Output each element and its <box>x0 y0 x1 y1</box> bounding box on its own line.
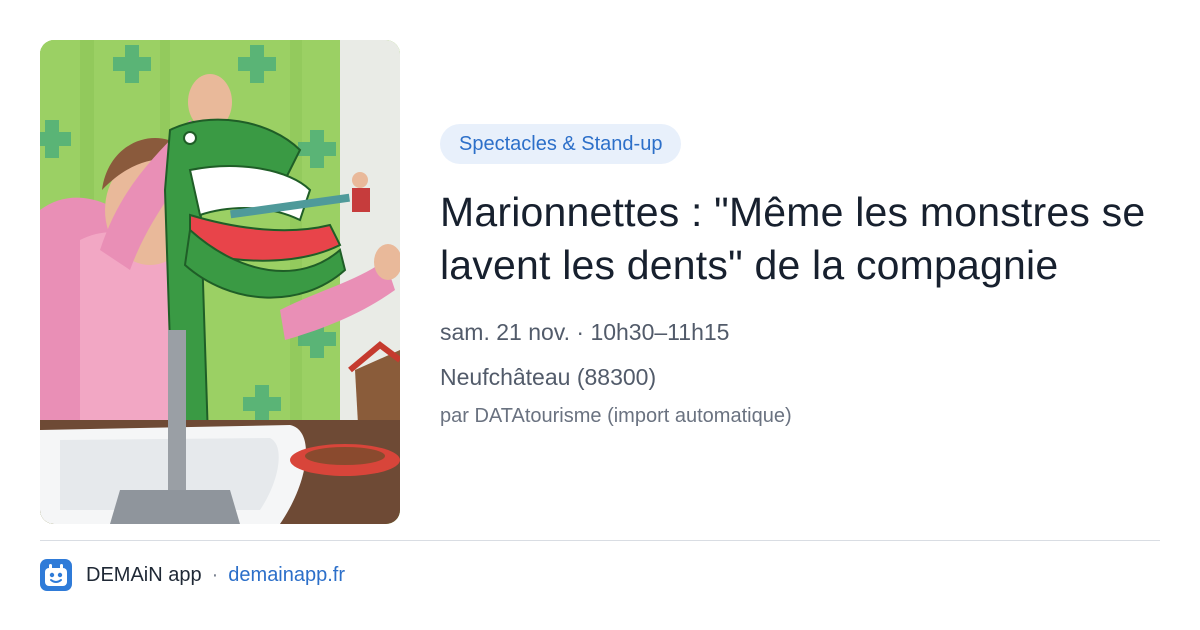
event-card[interactable]: Spectacles & Stand-up Marionnettes : "Mê… <box>0 0 1200 630</box>
app-logo-icon <box>40 559 72 591</box>
event-time: 10h30–11h15 <box>590 319 730 345</box>
app-name: DEMAiN app <box>86 563 202 586</box>
event-title[interactable]: Marionnettes : "Même les monstres se lav… <box>440 186 1160 292</box>
event-location: Neufchâteau (88300) <box>440 364 657 390</box>
footer-separator: · <box>211 563 219 586</box>
event-date: sam. 21 nov. <box>440 319 570 345</box>
event-details: Spectacles & Stand-up Marionnettes : "Mê… <box>440 124 1160 428</box>
footer: DEMAiN app · demainapp.fr <box>40 558 345 592</box>
footer-divider <box>40 540 1160 541</box>
event-datetime: sam. 21 nov. · 10h30–11h15 <box>440 318 1160 346</box>
event-photo <box>40 40 400 524</box>
category-badge[interactable]: Spectacles & Stand-up <box>440 124 682 164</box>
event-source: par DATAtourisme (import automatique) <box>440 405 792 427</box>
site-link[interactable]: demainapp.fr <box>228 564 345 587</box>
datetime-separator: · <box>576 319 585 345</box>
